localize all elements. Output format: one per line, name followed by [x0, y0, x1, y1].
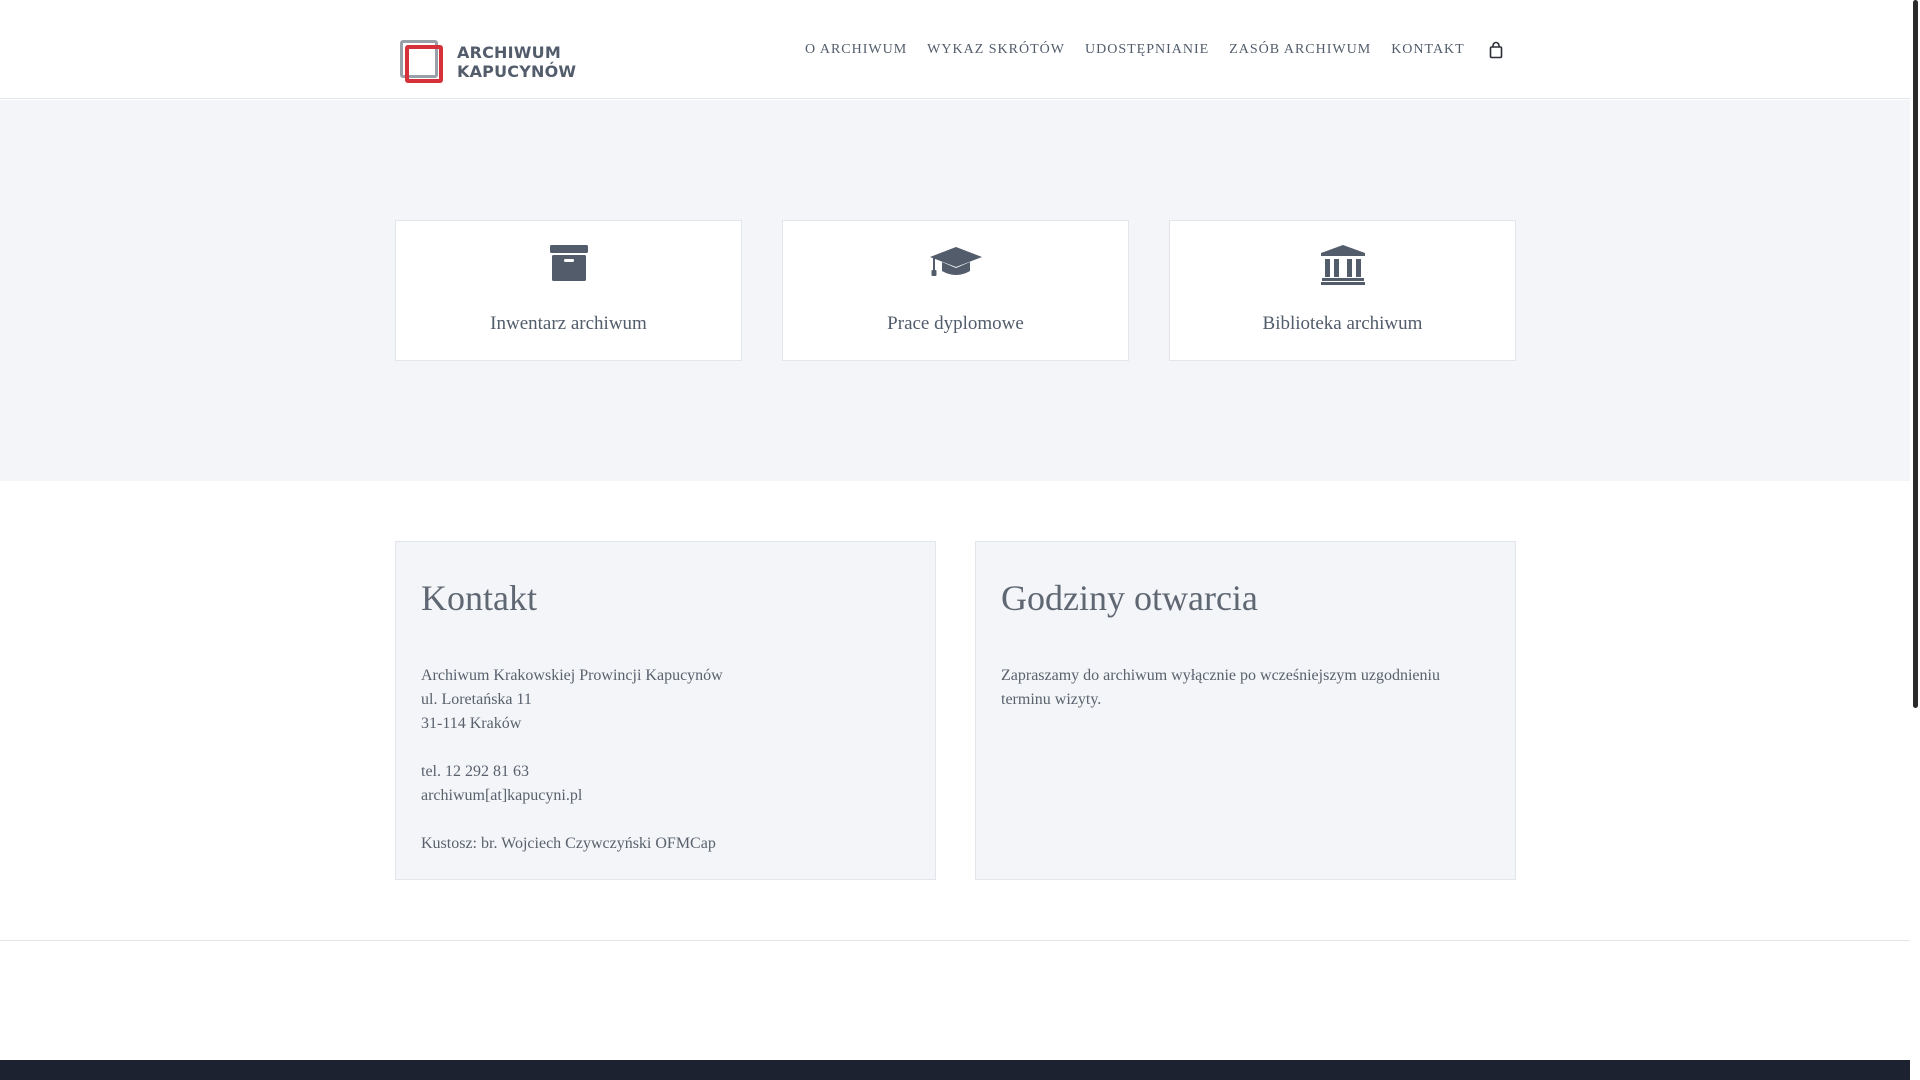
card-label: Biblioteka archiwum [1262, 313, 1423, 334]
logo-mark [400, 40, 444, 84]
graduation-cap-icon [929, 247, 982, 276]
logo-line-2: KAPUCYNÓW [457, 62, 577, 81]
logo-line-1: ARCHIWUM [457, 43, 561, 62]
footer [0, 1060, 1910, 1080]
quick-links-section: Inwentarz archiwum Prace dyplomowe Bibli… [0, 100, 1910, 481]
contact-phone: tel. 12 292 81 63 [421, 763, 529, 780]
nav-item-wykaz-skrotow[interactable]: WYKAZ SKRÓTÓW [927, 42, 1065, 58]
contact-line: Archiwum Krakowskiej Prowincji Kapucynów [421, 667, 723, 684]
opening-hours-text: Zapraszamy do archiwum wyłącznie po wcze… [1001, 667, 1440, 708]
scrollbar-thumb[interactable] [1913, 0, 1918, 708]
divider [0, 940, 1910, 941]
contact-email: archiwum[at]kapucyni.pl [421, 787, 583, 804]
shopping-bag-icon[interactable] [1489, 41, 1503, 59]
nav-item-kontakt[interactable]: KONTAKT [1391, 42, 1465, 58]
contact-custodian: Kustosz: br. Wojciech Czywczyński OFMCap [421, 835, 716, 852]
site-header: ARCHIWUM KAPUCYNÓW O ARCHIWUM WYKAZ SKRÓ… [0, 0, 1910, 99]
scrollbar[interactable] [1910, 0, 1920, 1080]
nav-item-zasob-archiwum[interactable]: ZASÓB ARCHIWUM [1229, 42, 1371, 58]
logo-text: ARCHIWUM KAPUCYNÓW [457, 43, 576, 81]
archive-box-icon [549, 245, 588, 281]
opening-hours-box: Godziny otwarcia Zapraszamy do archiwum … [975, 541, 1516, 880]
card-biblioteka-archiwum[interactable]: Biblioteka archiwum [1169, 220, 1516, 361]
nav-item-udostepnianie[interactable]: UDOSTĘPNIANIE [1085, 42, 1209, 58]
contact-line: ul. Loretańska 11 [421, 691, 532, 708]
card-label: Inwentarz archiwum [490, 313, 647, 334]
university-icon [1320, 245, 1365, 285]
contact-box: Kontakt Archiwum Krakowskiej Prowincji K… [395, 541, 936, 880]
contact-line: 31-114 Kraków [421, 715, 522, 732]
card-inwentarz-archiwum[interactable]: Inwentarz archiwum [395, 220, 742, 361]
card-label: Prace dyplomowe [887, 313, 1024, 334]
card-prace-dyplomowe[interactable]: Prace dyplomowe [782, 220, 1129, 361]
nav-item-o-archiwum[interactable]: O ARCHIWUM [805, 42, 907, 58]
site-logo[interactable]: ARCHIWUM KAPUCYNÓW [400, 40, 576, 84]
main-nav: O ARCHIWUM WYKAZ SKRÓTÓW UDOSTĘPNIANIE Z… [805, 40, 1503, 60]
contact-title: Kontakt [421, 578, 537, 618]
opening-hours-title: Godziny otwarcia [1001, 578, 1258, 618]
